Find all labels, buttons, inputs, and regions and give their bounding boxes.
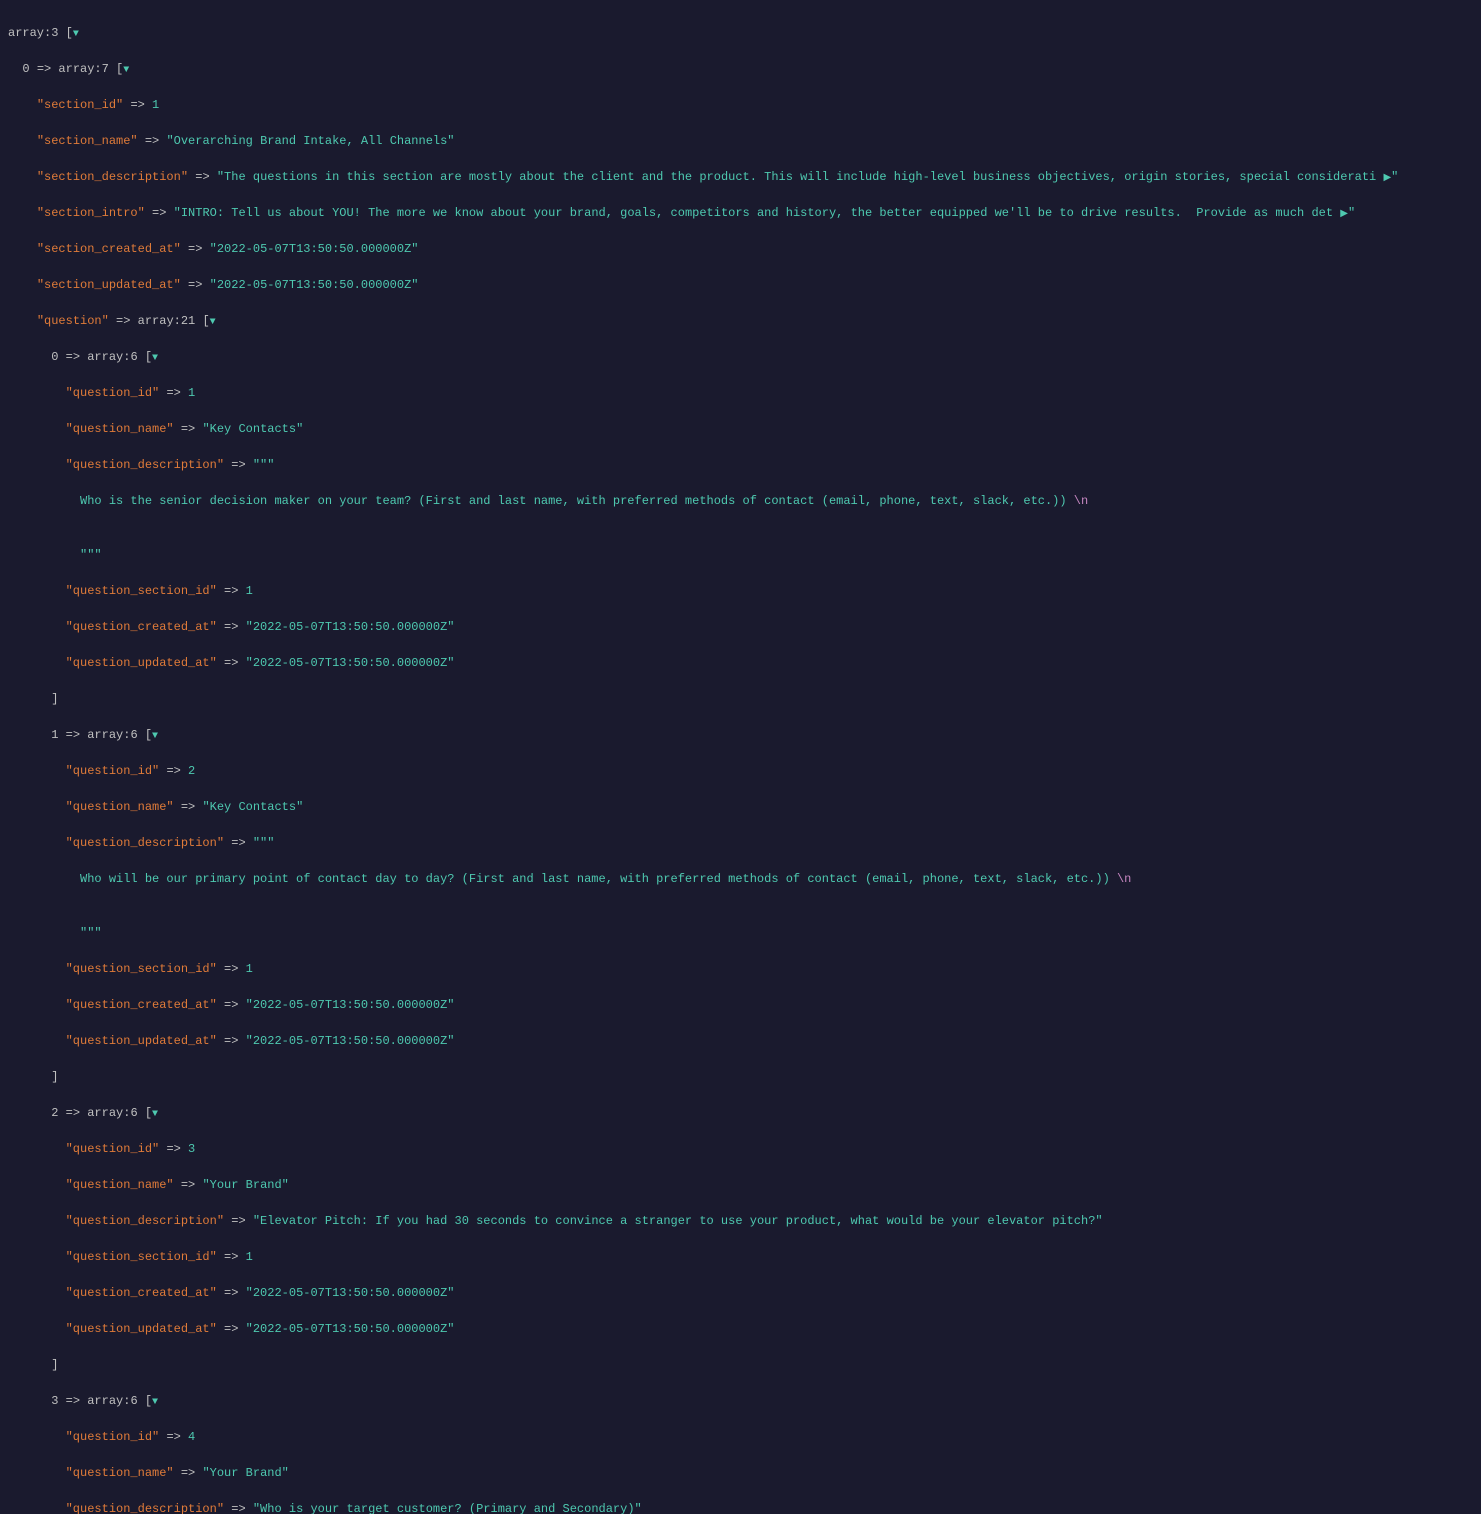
array7-collapse[interactable]: ▼ (123, 65, 129, 76)
code-output: array:3 [▼ 0 => array:7 [▼ "section_id" … (0, 0, 1481, 1514)
q3-collapse[interactable]: ▼ (152, 1397, 158, 1408)
q1-collapse[interactable]: ▼ (152, 731, 158, 742)
root-array-label: array:3 [ (8, 26, 73, 40)
index-0: 0 (22, 62, 29, 76)
expand-icon-intro[interactable]: ▶ (1340, 209, 1348, 220)
question-array-collapse[interactable]: ▼ (210, 317, 216, 328)
q2-collapse[interactable]: ▼ (152, 1109, 158, 1120)
root-collapse-icon[interactable]: ▼ (73, 29, 79, 40)
q0-collapse[interactable]: ▼ (152, 353, 158, 364)
expand-icon-desc[interactable]: ▶ (1383, 173, 1391, 184)
